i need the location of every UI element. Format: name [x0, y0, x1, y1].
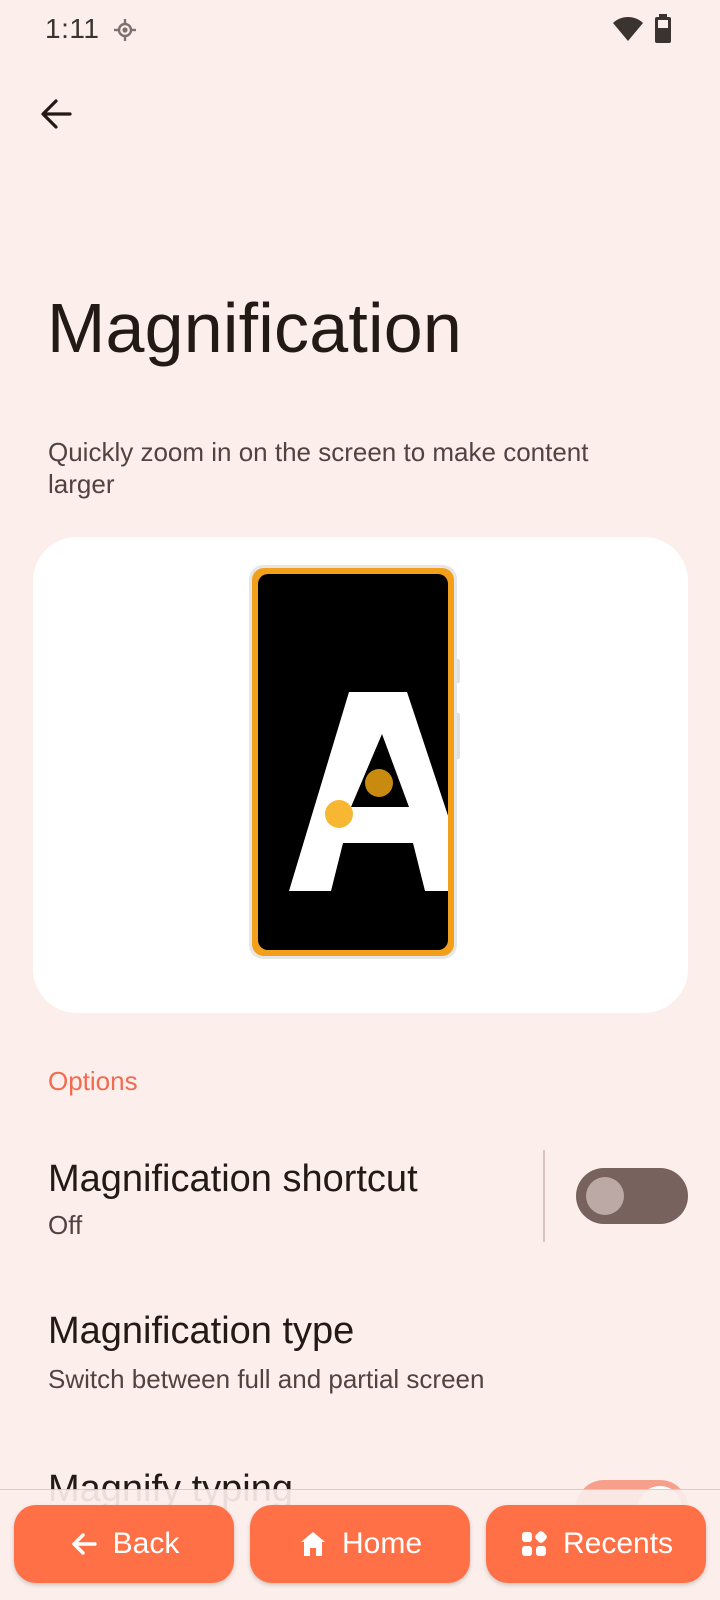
options-section-header: Options [48, 1066, 138, 1096]
recents-icon [521, 1531, 547, 1556]
status-time: 1:11 [45, 13, 100, 44]
page-title: Magnification [47, 289, 463, 367]
magnification-shortcut-row[interactable]: Magnification shortcut Off [0, 1130, 720, 1260]
home-icon [300, 1532, 325, 1556]
toggle-thumb [586, 1177, 624, 1215]
wifi-icon [613, 17, 643, 41]
divider [543, 1150, 545, 1242]
nav-recents-button[interactable]: Recents [486, 1505, 706, 1583]
arrow-back-icon [71, 1533, 97, 1555]
magnification-type-summary: Switch between full and partial screen [48, 1364, 485, 1394]
nav-back-button[interactable]: Back [14, 1505, 234, 1583]
page-description: Quickly zoom in on the screen to make co… [48, 437, 589, 499]
battery-icon [655, 14, 671, 43]
arrow-back-icon [41, 99, 72, 129]
magnification-shortcut-toggle[interactable] [576, 1168, 688, 1224]
magnification-type-row[interactable]: Magnification type Switch between full a… [0, 1290, 720, 1410]
magnification-shortcut-title: Magnification shortcut [48, 1158, 418, 1200]
back-button[interactable] [30, 88, 82, 140]
status-bar: 1:11 [0, 0, 720, 60]
magnification-settings-screen: 1:11 Magnification Quickly zoom in on th… [0, 0, 720, 1600]
magnification-type-title: Magnification type [48, 1310, 355, 1352]
phone-magnification-illustration [249, 565, 460, 959]
magnification-shortcut-summary: Off [48, 1210, 83, 1240]
magnification-illustration [33, 537, 688, 1013]
location-icon [114, 19, 136, 41]
nav-home-label: Home [341, 1527, 423, 1560]
nav-back-label: Back [112, 1527, 180, 1560]
nav-recents-label: Recents [562, 1527, 674, 1560]
nav-home-button[interactable]: Home [250, 1505, 470, 1583]
